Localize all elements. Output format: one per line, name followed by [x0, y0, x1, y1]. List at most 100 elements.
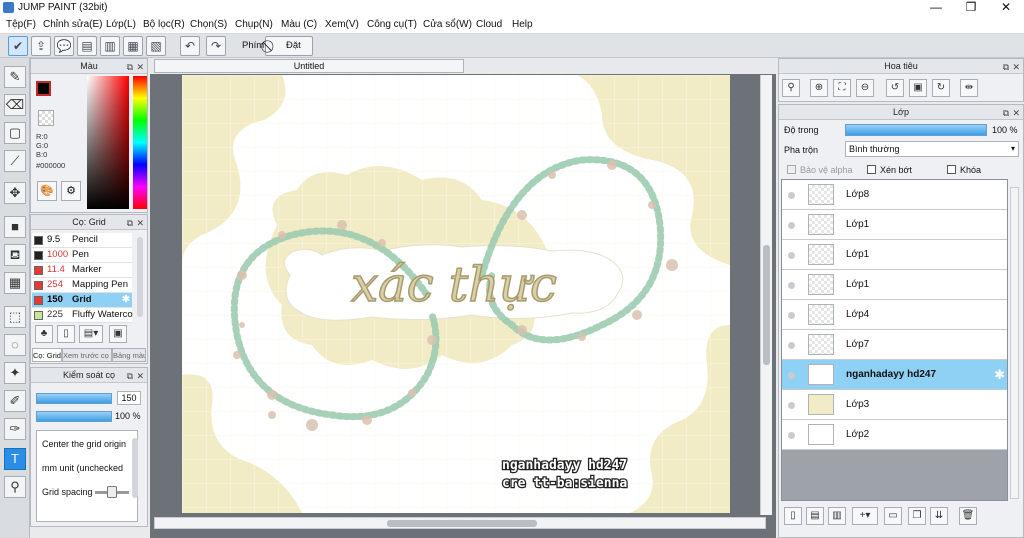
close-panel-icon[interactable]: ✕ — [136, 60, 144, 74]
color-picker-icon[interactable]: ⚙ — [61, 181, 81, 201]
tab-brush-preview[interactable]: Xem trước cọ — [62, 348, 112, 362]
reset-rotation-icon[interactable]: ▣ — [909, 79, 927, 97]
layer-opacity-slider[interactable] — [845, 124, 987, 136]
layer-row[interactable]: Lớp3 — [782, 390, 1007, 420]
rotate-right-icon[interactable]: ↻ — [932, 79, 950, 97]
menu-filter[interactable]: Bộ lọc(R) — [143, 19, 185, 30]
fit-screen-icon[interactable]: ⛶ — [833, 79, 851, 97]
close-panel-icon[interactable]: ✕ — [136, 369, 144, 383]
fill-rect-tool-icon[interactable]: ■ — [4, 216, 26, 238]
share-icon[interactable]: ⇪ — [31, 36, 51, 56]
menu-cloud[interactable]: Cloud — [476, 19, 502, 30]
comment-icon[interactable]: 💬 — [54, 36, 74, 56]
float-icon[interactable]: ⧉ — [1003, 60, 1009, 74]
brush-item[interactable]: 225 Fluffy Waterco — [32, 308, 133, 323]
layer-row[interactable]: Lớp8 — [782, 180, 1007, 210]
layer-list-scrollbar[interactable] — [1010, 187, 1019, 499]
protect-alpha-checkbox[interactable] — [787, 165, 796, 174]
lock-checkbox[interactable] — [947, 165, 956, 174]
magic-wand-tool-icon[interactable]: ✦ — [4, 362, 26, 384]
menu-color[interactable]: Màu (C) — [281, 19, 317, 30]
new-brush-icon[interactable]: ▯ — [57, 325, 75, 343]
float-icon[interactable]: ⧉ — [127, 60, 133, 74]
new-folder-icon[interactable]: ▭ — [884, 507, 902, 525]
visibility-icon[interactable] — [788, 192, 795, 199]
brush-item[interactable]: 254 Mapping Pen — [32, 278, 132, 293]
brush-menu-icon[interactable]: ▤▾ — [79, 325, 103, 343]
brush-settings-icon[interactable]: ▣ — [109, 325, 127, 343]
eyedropper-tool-icon[interactable]: ⚲ — [4, 476, 26, 498]
new-layer-menu-icon[interactable]: +▾ — [852, 507, 878, 525]
undo-icon[interactable]: ↶ — [180, 36, 200, 56]
saturation-value-field[interactable] — [87, 76, 129, 209]
new-layer-8bit-icon[interactable]: ▤ — [806, 507, 824, 525]
new-layer-1bit-icon[interactable]: ▥ — [828, 507, 846, 525]
vertical-scrollbar[interactable] — [760, 75, 772, 515]
layer-row[interactable]: Lớp1 — [782, 240, 1007, 270]
document-tab[interactable]: Untitled — [154, 59, 464, 73]
visibility-icon[interactable] — [788, 372, 795, 379]
redo-icon[interactable]: ↷ — [206, 36, 226, 56]
tab-brush[interactable]: Cọ: Grid — [32, 348, 62, 362]
marquee-tool-icon[interactable]: ⬚ — [4, 306, 26, 328]
text-tool-icon[interactable]: T — [4, 448, 26, 470]
close-panel-icon[interactable]: ✕ — [1012, 60, 1020, 74]
brush-list-scrollbar[interactable] — [137, 237, 143, 317]
duplicate-layer-icon[interactable]: ❐ — [908, 507, 926, 525]
clipping-checkbox[interactable] — [867, 165, 876, 174]
foreground-color-swatch[interactable] — [36, 81, 51, 96]
options-scrollbar[interactable] — [132, 438, 138, 498]
menu-tools[interactable]: Công cụ(T) — [367, 19, 417, 30]
horizontal-scroll-thumb[interactable] — [387, 520, 537, 527]
close-button[interactable]: ✕ — [990, 0, 1022, 16]
menu-file[interactable]: Tệp(F) — [6, 19, 36, 30]
merge-layer-icon[interactable]: ⇊ — [930, 507, 948, 525]
brush-opacity-slider[interactable] — [36, 411, 112, 422]
select-mode-icon[interactable]: ✔ — [8, 36, 28, 56]
visibility-icon[interactable] — [788, 402, 795, 409]
rotate-left-icon[interactable]: ↺ — [886, 79, 904, 97]
move-tool-icon[interactable]: ✥ — [4, 182, 26, 204]
zoom-actual-icon[interactable]: ⚲ — [782, 79, 800, 97]
maximize-button[interactable]: ❐ — [955, 0, 987, 16]
tab-palette[interactable]: Bảng màu — [112, 348, 146, 362]
hue-slider[interactable] — [133, 76, 147, 209]
layer-row[interactable]: Lớp1 — [782, 270, 1007, 300]
line-tool-icon[interactable]: ⟋ — [4, 150, 26, 172]
option-center-grid-origin[interactable]: Center the grid origin — [42, 439, 126, 449]
brush-stamp-icon[interactable]: ♣ — [35, 325, 53, 343]
menu-view[interactable]: Xem(V) — [325, 19, 359, 30]
brush-item[interactable]: 11.4 Marker — [32, 263, 132, 278]
visibility-icon[interactable] — [788, 252, 795, 259]
minimize-button[interactable]: — — [920, 0, 952, 16]
zoom-in-icon[interactable]: ⊕ — [810, 79, 828, 97]
option-mm-unit[interactable]: mm unit (unchecked — [42, 463, 123, 473]
delete-layer-icon[interactable]: 🗑 — [959, 507, 977, 525]
message-icon[interactable]: ▤ — [77, 36, 97, 56]
new-layer-icon[interactable]: ▯ — [784, 507, 802, 525]
menu-layer[interactable]: Lớp(L) — [106, 19, 136, 30]
visibility-icon[interactable] — [788, 282, 795, 289]
gradient-tool-icon[interactable]: ▦ — [4, 272, 26, 294]
eraser-tool-icon[interactable]: ⌫ — [4, 94, 26, 116]
brush-item-selected[interactable]: 150 Grid ✱ — [32, 293, 132, 308]
rect-select-tool-icon[interactable]: ▢ — [4, 122, 26, 144]
select-pen-tool-icon[interactable]: ✐ — [4, 390, 26, 412]
horizontal-scrollbar[interactable] — [154, 517, 766, 529]
visibility-icon[interactable] — [788, 432, 795, 439]
brush-item[interactable]: 1000 Pen — [32, 248, 132, 263]
visibility-icon[interactable] — [788, 342, 795, 349]
visibility-icon[interactable] — [788, 312, 795, 319]
brush-item[interactable]: 9.5 Pencil — [32, 233, 132, 248]
brush-tool-icon[interactable]: ✎ — [4, 66, 26, 88]
brush-size-input[interactable]: 150 — [117, 391, 141, 405]
vertical-scroll-thumb[interactable] — [763, 245, 770, 365]
float-icon[interactable]: ⧉ — [127, 216, 133, 230]
gear-icon[interactable]: ✱ — [994, 367, 1005, 383]
bucket-tool-icon[interactable]: ⛾ — [4, 244, 26, 266]
float-icon[interactable]: ⧉ — [127, 369, 133, 383]
reset-button[interactable]: ⃠ Đặt lại — [265, 36, 313, 69]
zoom-out-icon[interactable]: ⊖ — [856, 79, 874, 97]
gear-icon[interactable]: ✱ — [122, 293, 130, 307]
blend-mode-select[interactable]: Bình thường ▾ — [845, 141, 1019, 157]
